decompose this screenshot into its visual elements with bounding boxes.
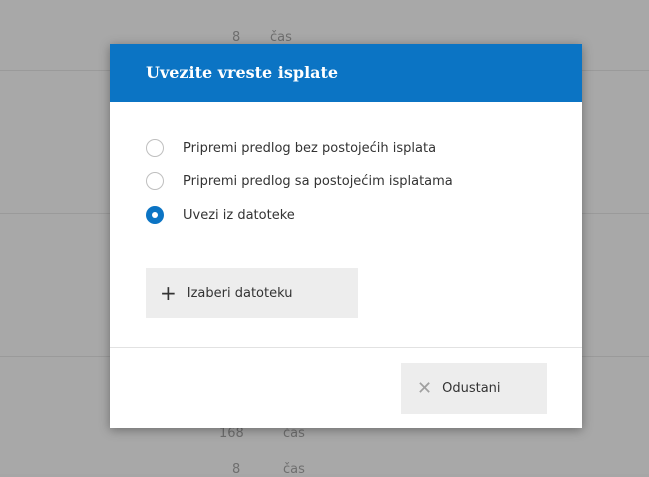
choose-file-button[interactable]: + Izaberi datoteku [146,268,358,318]
bg-row-unit: čas [283,426,305,441]
footer-divider [110,347,582,348]
radio-label: Uvezi iz datoteke [183,207,295,223]
radio-button[interactable] [146,139,164,157]
bg-row-unit: čas [270,30,292,45]
choose-file-label: Izaberi datoteku [186,285,293,301]
dialog-title: Uvezite vreste isplate [146,63,339,82]
dialog-header: Uvezite vreste isplate [110,44,582,102]
bg-row-value: 168 [219,426,244,441]
radio-label: Pripremi predlog bez postojećih isplata [183,140,437,156]
cancel-button[interactable]: ✕ Odustani [401,363,547,414]
radio-option-without-existing[interactable]: Pripremi predlog bez postojećih isplata [146,137,436,159]
bg-row-unit: čas [283,462,305,477]
cancel-label: Odustani [442,381,501,396]
radio-label: Pripremi predlog sa postojećim isplatama [183,173,453,189]
radio-option-import-file[interactable]: Uvezi iz datoteke [146,204,295,226]
radio-button-selected[interactable] [146,206,164,224]
plus-icon: + [160,281,177,305]
radio-option-with-existing[interactable]: Pripremi predlog sa postojećim isplatama [146,170,453,192]
radio-button[interactable] [146,172,164,190]
bg-row-value: 8 [232,462,241,477]
close-icon: ✕ [417,377,433,399]
bg-row-value: 8 [232,30,241,45]
import-dialog: Uvezite vreste isplate Pripremi predlog … [110,44,582,428]
